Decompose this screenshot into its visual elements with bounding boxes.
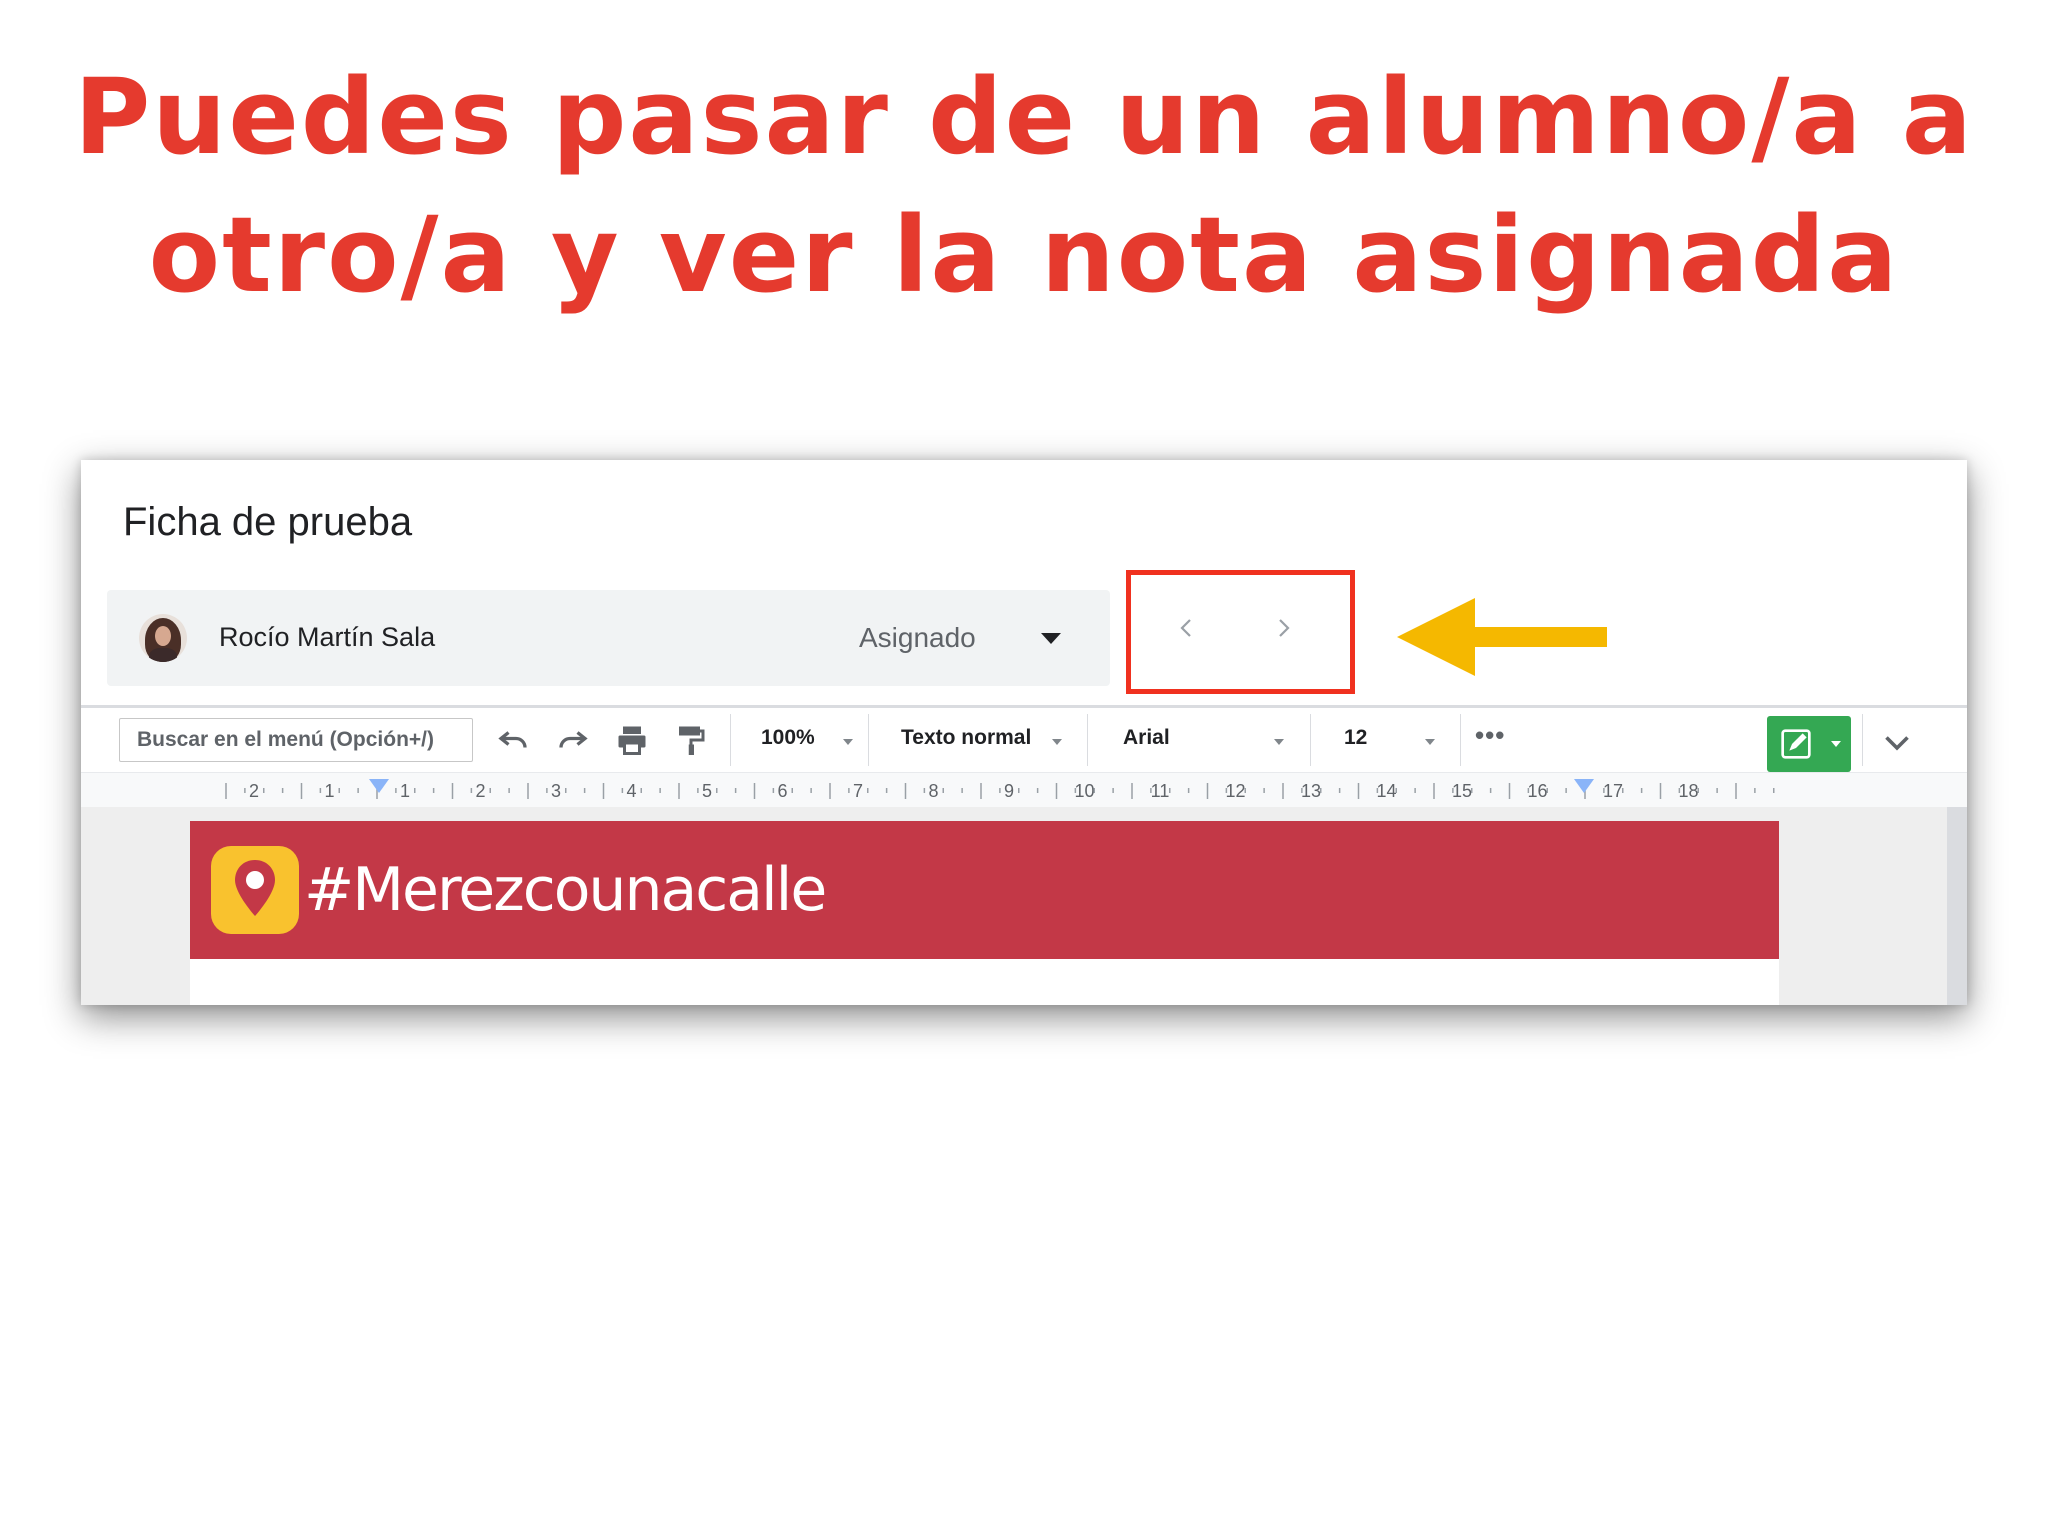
ruler-label: 8 [928, 781, 938, 801]
docs-toolbar: Buscar en el menú (Opción+/) 100% Texto … [81, 708, 1967, 772]
chevron-left-icon [1180, 619, 1191, 637]
ruler-label: 9 [1004, 781, 1014, 801]
ruler: 2 1 1 2 3 4 5 6 7 8 9 10 11 12 13 14 15 16 17 18 [81, 772, 1967, 808]
chevron-down-icon[interactable] [1879, 724, 1915, 760]
paragraph-style-select[interactable]: Texto normal [901, 726, 1031, 750]
next-student-button[interactable] [1263, 608, 1303, 648]
editing-mode-button[interactable] [1767, 716, 1851, 772]
ruler-label: 2 [475, 781, 485, 801]
font-caret-icon [1274, 739, 1284, 745]
ruler-label: 6 [777, 781, 787, 801]
ruler-label: 11 [1151, 781, 1170, 801]
ruler-label: 1 [324, 781, 334, 801]
redo-icon[interactable] [555, 722, 591, 758]
dropdown-caret-icon[interactable] [1041, 633, 1061, 644]
document-page[interactable]: #Merezcounacalle [190, 821, 1779, 1005]
ruler-label: 15 [1452, 781, 1472, 801]
student-status: Asignado [859, 622, 976, 653]
student-selector[interactable]: Rocío Martín Sala Asignado [107, 590, 1110, 686]
student-name: Rocío Martín Sala [219, 622, 436, 652]
ruler-label: 10 [1074, 781, 1094, 801]
previous-student-button[interactable] [1167, 608, 1207, 648]
font-size-select[interactable]: 12 [1344, 726, 1367, 750]
indent-marker-icon[interactable] [1574, 779, 1594, 793]
ruler-label: 5 [702, 781, 712, 801]
document-title: Ficha de prueba [123, 500, 413, 544]
document-banner: #Merezcounacalle [190, 821, 1779, 959]
avatar [139, 614, 187, 662]
menu-search-input[interactable]: Buscar en el menú (Opción+/) [119, 718, 473, 762]
style-caret-icon [1052, 739, 1062, 745]
edit-caret-icon [1831, 741, 1841, 747]
ruler-label: 13 [1301, 781, 1321, 801]
more-options-icon[interactable]: ••• [1475, 720, 1505, 751]
ruler-label: 2 [249, 781, 259, 801]
headline-line-2: otro/a y ver la nota asignada [148, 194, 1900, 316]
ruler-label: 4 [626, 781, 636, 801]
ruler-label: 16 [1527, 781, 1547, 801]
print-icon[interactable] [614, 722, 650, 758]
chevron-right-icon [1279, 619, 1290, 637]
ruler-label: 1 [400, 781, 410, 801]
font-size-caret-icon [1425, 739, 1435, 745]
font-select[interactable]: Arial [1123, 726, 1170, 750]
document-canvas: #Merezcounacalle [81, 807, 1967, 1005]
headline-line-1: Puedes pasar de un alumno/a a [74, 56, 1974, 178]
ruler-label: 17 [1603, 781, 1623, 801]
nav-highlight-box [1126, 570, 1355, 694]
ruler-label: 18 [1678, 781, 1698, 801]
zoom-caret-icon [843, 739, 853, 745]
ruler-label: 14 [1376, 781, 1396, 801]
ruler-label: 7 [853, 781, 863, 801]
undo-icon[interactable] [495, 722, 531, 758]
paint-format-icon[interactable] [673, 722, 709, 758]
zoom-select[interactable]: 100% [761, 726, 815, 750]
pointer-arrow-icon [1397, 598, 1607, 676]
vertical-scrollbar[interactable] [1947, 807, 1967, 1005]
pencil-icon [1781, 729, 1811, 759]
classroom-grading-panel: Ficha de prueba Rocío Martín Sala Asigna… [81, 460, 1967, 1005]
ruler-label: 3 [551, 781, 561, 801]
ruler-scale: 2 1 1 2 3 4 5 6 7 8 9 10 11 12 13 14 15 16 17 18 [225, 779, 1775, 801]
banner-hashtag: #Merezcounacalle [304, 855, 827, 925]
indent-marker-icon[interactable] [369, 779, 389, 793]
location-pin-icon [211, 846, 299, 934]
headline: Puedes pasar de un alumno/a a otro/a y v… [0, 48, 2048, 324]
ruler-label: 12 [1225, 781, 1245, 801]
